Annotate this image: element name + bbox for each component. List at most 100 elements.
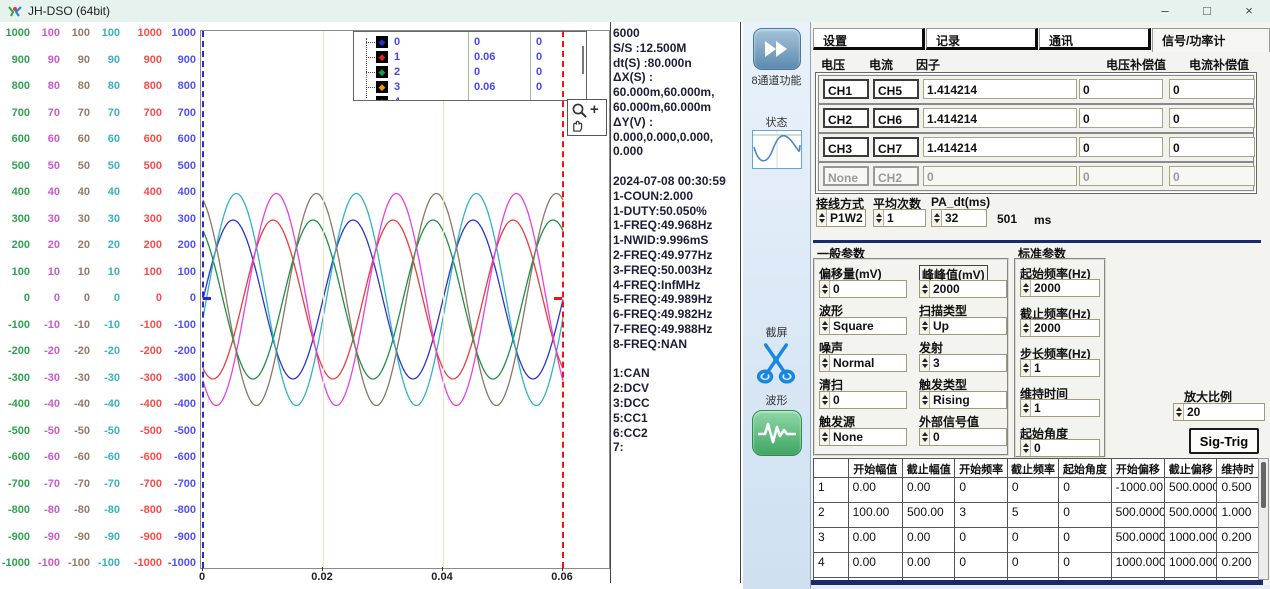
spin-up-arrow[interactable] [1023,443,1029,447]
voltage-channel-field[interactable]: None [823,166,869,186]
sweep-table-cell[interactable]: 0.00 [903,528,955,552]
voltage-comp-field[interactable]: 0 [1079,108,1163,128]
scan-type-field[interactable]: Up [919,317,1007,335]
legend-row[interactable]: ◆10.060 [354,50,586,65]
table-scrollbar[interactable] [1258,458,1269,580]
spin-down-arrow[interactable] [1023,409,1029,413]
peak-to-peak-mv-field[interactable]: 2000 [919,280,1007,298]
spinner-arrows[interactable] [920,392,930,408]
sweep-table-cell[interactable]: 0 [955,528,1007,552]
legend-row[interactable]: ◆200 [354,65,586,80]
sweep-table-row[interactable]: 2100.00500.00350500.0000500.00001.000 [814,503,1259,528]
tab-record[interactable]: 记录 [926,28,1038,50]
spinner-arrows[interactable] [920,318,930,334]
pa-dt-field[interactable]: 32 [931,209,987,227]
current-comp-field[interactable]: 0 [1169,137,1255,157]
sweep-field[interactable]: 0 [819,391,907,409]
sweep-table-row[interactable]: 30.000.00000500.00001000.0000.200 [814,528,1259,553]
spin-down-arrow[interactable] [1023,329,1029,333]
legend-marker[interactable]: ◆ [376,36,388,48]
average-count-field[interactable]: 1 [873,209,926,227]
spin-down-arrow[interactable] [922,327,928,331]
current-channel-field[interactable]: CH5 [873,79,919,99]
spinner-arrows[interactable] [1021,320,1031,336]
spinner-arrows[interactable] [820,392,830,408]
sweep-table-cell[interactable]: 3 [955,503,1007,527]
sweep-table-row[interactable]: 40.000.000001000.0001000.0000.200 [814,553,1259,578]
sweep-table-cell[interactable]: 0.00 [849,478,903,502]
sweep-table-cell[interactable]: 0.00 [849,553,903,577]
spin-down-arrow[interactable] [922,364,928,368]
sweep-table-cell[interactable]: 100.00 [849,503,903,527]
legend-row[interactable]: ◆30.060 [354,80,586,95]
spin-down-arrow[interactable] [822,364,828,368]
sweep-table-cell[interactable]: 1000.000 [1165,528,1217,552]
current-channel-field[interactable]: CH2 [873,166,919,186]
spin-up-arrow[interactable] [922,284,928,288]
legend-marker[interactable]: ◆ [376,66,388,78]
screenshot-scissors-button[interactable] [754,338,798,384]
legend-marker[interactable]: ◆ [376,96,388,101]
sweep-table-cell[interactable]: 0 [1008,553,1059,577]
spinner-arrows[interactable] [932,210,942,226]
factor-field[interactable]: 1.414214 [923,79,1077,99]
waveform-plot[interactable]: ◆000◆10.060◆200◆30.060◆4 + [200,30,610,569]
start-angle-field[interactable]: 0 [1020,439,1100,457]
spinner-arrows[interactable] [920,355,930,371]
spin-down-arrow[interactable] [922,438,928,442]
external-signal-value-field[interactable]: 0 [919,428,1007,446]
spinner-arrows[interactable] [1021,280,1031,296]
legend-marker[interactable]: ◆ [376,81,388,93]
sweep-table-cell[interactable]: -1000.00 [1112,478,1165,502]
tab-communication[interactable]: 通讯 [1039,28,1151,50]
voltage-channel-field[interactable]: CH1 [823,79,869,99]
legend-scroll-thumb[interactable] [582,46,584,74]
zoom-in-icon[interactable] [571,102,589,119]
sweep-table-cell[interactable]: 0 [1059,553,1111,577]
sweep-table-cell[interactable]: 1000.000 [1112,553,1165,577]
offset-mv-field[interactable]: 0 [819,280,907,298]
emission-field[interactable]: 3 [919,354,1007,372]
trigger-source-field[interactable]: None [819,428,907,446]
sweep-table-cell[interactable]: 2 [814,503,849,527]
spin-up-arrow[interactable] [922,321,928,325]
tab-signal-power[interactable]: 信号/功率计 [1152,28,1270,52]
spin-down-arrow[interactable] [922,290,928,294]
tab-settings[interactable]: 设置 [813,28,925,50]
spin-down-arrow[interactable] [1023,369,1029,373]
maximize-button[interactable]: □ [1186,0,1228,22]
spinner-arrows[interactable] [1021,440,1031,456]
spin-up-arrow[interactable] [922,358,928,362]
spinner-arrows[interactable] [820,429,830,445]
spin-up-arrow[interactable] [822,284,828,288]
current-comp-field[interactable]: 0 [1169,166,1255,186]
status-preview-button[interactable] [752,130,802,169]
voltage-channel-field[interactable]: CH3 [823,137,869,157]
current-channel-field[interactable]: CH7 [873,137,919,157]
legend-marker[interactable]: ◆ [376,51,388,63]
sweep-table-cell[interactable]: 500.0000 [1112,503,1165,527]
spinner-arrows[interactable] [820,281,830,297]
factor-field[interactable]: 1.414214 [923,137,1077,157]
close-button[interactable]: × [1228,0,1270,22]
spinner-arrows[interactable] [820,355,830,371]
step-frequency-field[interactable]: 1 [1020,359,1100,377]
sweep-table-row[interactable]: 10.000.00000-1000.00500.00000.500 [814,478,1259,503]
spin-down-arrow[interactable] [922,401,928,405]
sweep-table-cell[interactable]: 0.00 [849,528,903,552]
waveform-generator-button[interactable] [752,410,802,456]
sweep-table-cell[interactable]: 500.0000 [1112,528,1165,552]
sweep-table-cell[interactable]: 0 [1059,503,1111,527]
measurement-cursor[interactable] [562,31,564,568]
spin-up-arrow[interactable] [1023,283,1029,287]
spin-up-arrow[interactable] [822,321,828,325]
sweep-table-cell[interactable]: 0 [955,553,1007,577]
amplify-field[interactable]: 20 [1173,403,1265,421]
stop-frequency-field[interactable]: 2000 [1020,319,1100,337]
noise-field[interactable]: Normal [819,354,907,372]
spin-up-arrow[interactable] [922,395,928,399]
sweep-table-cell[interactable]: 0 [955,478,1007,502]
spin-up-arrow[interactable] [1023,363,1029,367]
sweep-table-cell[interactable]: 500.00 [903,503,955,527]
sweep-table-cell[interactable]: 0 [1008,528,1059,552]
